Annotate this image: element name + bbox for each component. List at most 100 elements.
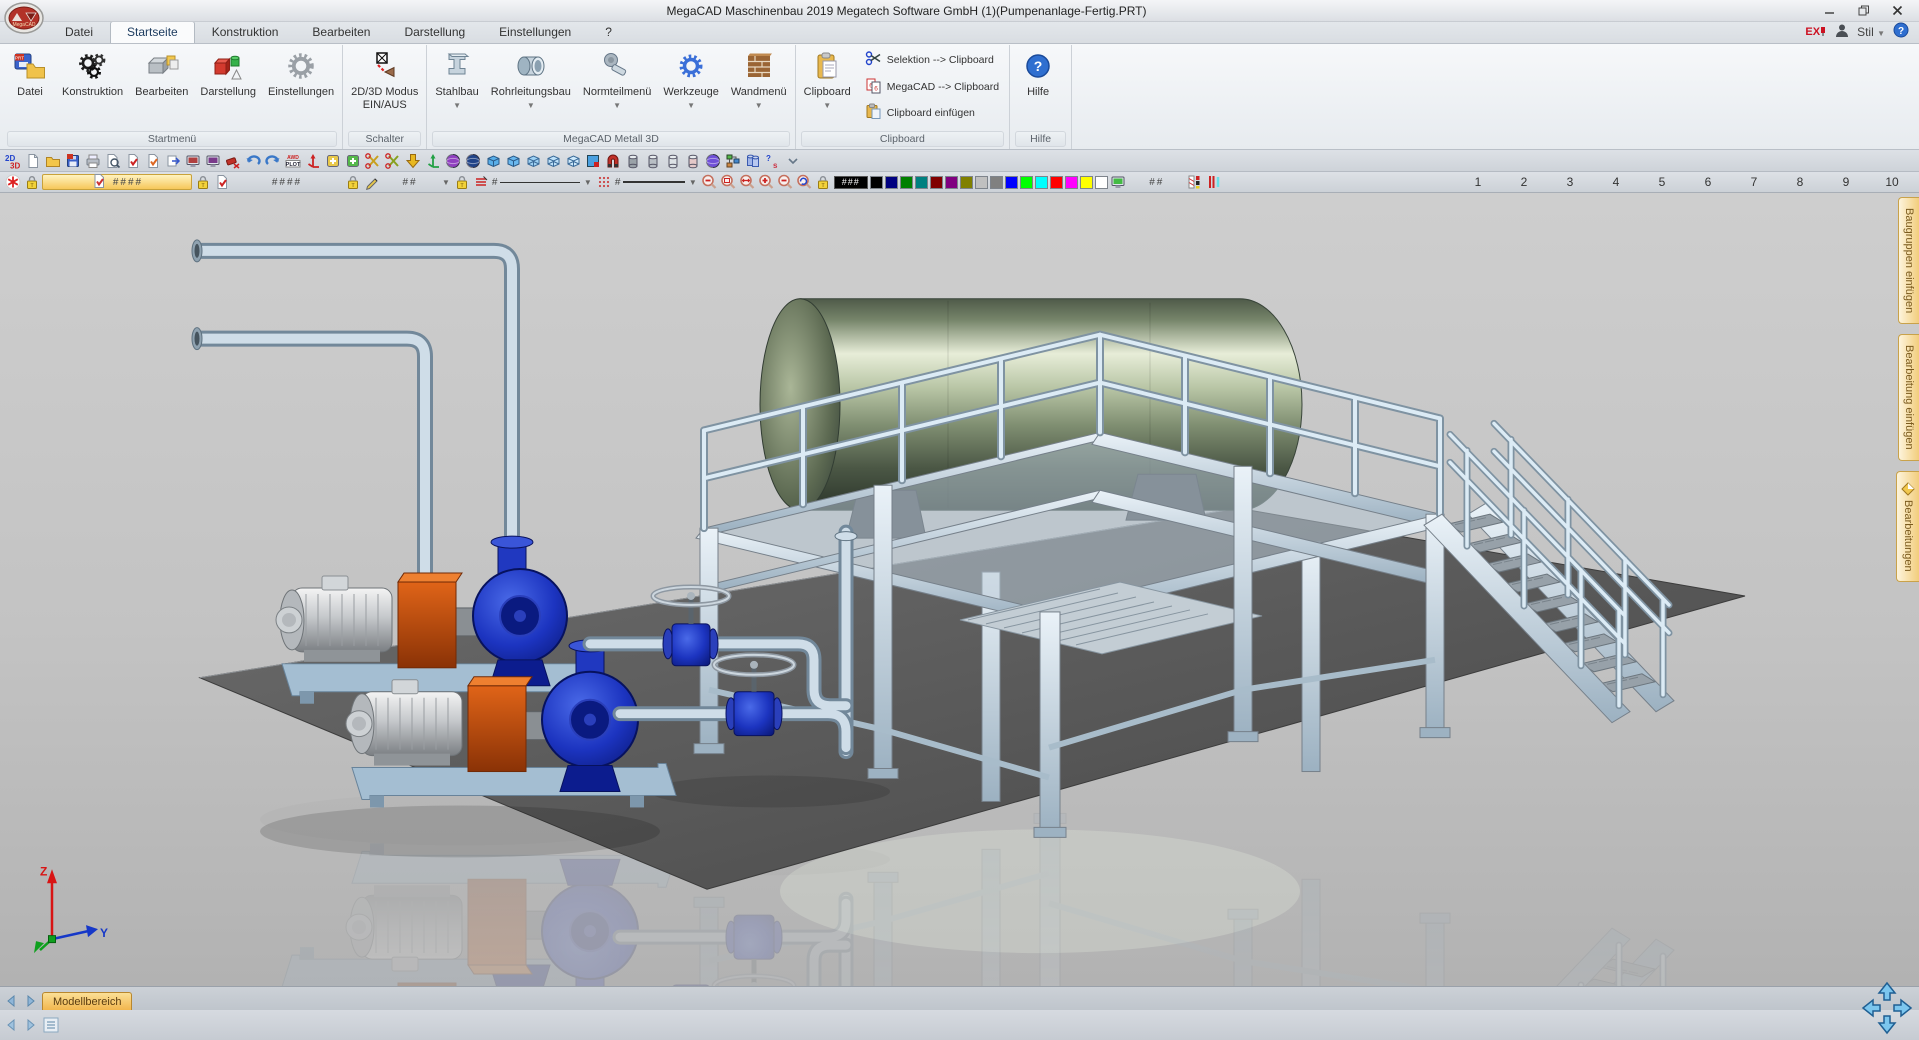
hatch-pattern-icon[interactable] — [1187, 174, 1204, 191]
megacad-logo-icon[interactable]: MegaCAD — [4, 1, 44, 35]
zoom-out-icon[interactable] — [701, 174, 718, 191]
page-flag-icon[interactable] — [213, 174, 230, 191]
dropdown-arrow-icon[interactable]: ▼ — [823, 102, 831, 110]
layer-number-7[interactable]: 7 — [1731, 175, 1777, 189]
pump-plant-3d-model[interactable]: Z Y — [0, 193, 1919, 986]
screen-colors-icon[interactable] — [1110, 174, 1127, 191]
page-check-icon[interactable] — [124, 152, 141, 169]
layer-number-1[interactable]: 1 — [1455, 175, 1501, 189]
help-icon[interactable]: ? — [1893, 22, 1909, 41]
structure-tree-icon[interactable] — [724, 152, 741, 169]
active-group-field[interactable]: #### — [42, 174, 192, 190]
import-file-icon[interactable] — [164, 152, 181, 169]
ribbon-button-rohrleitungsbau[interactable]: Rohrleitungsbau▼ — [485, 45, 577, 130]
ribbon-button-konstruktion[interactable]: Konstruktion — [56, 45, 129, 130]
layer-number-2[interactable]: 2 — [1501, 175, 1547, 189]
dropdown-arrow-icon[interactable]: ▼ — [687, 102, 695, 110]
selection-cut-1-icon[interactable] — [364, 152, 381, 169]
ribbon-button-bearbeiten[interactable]: Bearbeiten — [129, 45, 194, 130]
ribbon-button-selektion-clipboard[interactable]: Selektion --> Clipboard — [861, 49, 1003, 71]
pen-style-icon[interactable] — [363, 174, 380, 191]
zoom-in-icon[interactable] — [758, 174, 775, 191]
color-swatch-5[interactable] — [930, 176, 943, 189]
ribbon-button-megacad-clipboard[interactable]: 66MegaCAD --> Clipboard — [861, 76, 1003, 98]
layer-number-10[interactable]: 10 — [1869, 175, 1915, 189]
dropdown-pen-icon[interactable]: ▼ — [440, 178, 452, 187]
side-tab-bearbeitungen[interactable]: Bearbeitungen — [1896, 471, 1919, 583]
lock-linetype-icon[interactable]: T — [454, 174, 471, 191]
print-preview-icon[interactable] — [104, 152, 121, 169]
ribbon-button-datei[interactable]: PRTDatei — [4, 45, 56, 130]
view-prev-icon[interactable] — [2, 1016, 20, 1034]
ribbon-button-werkzeuge[interactable]: Werkzeuge▼ — [657, 45, 724, 130]
coordinate-axes-icon[interactable] — [304, 152, 321, 169]
line-group-icon[interactable] — [473, 174, 490, 191]
opengl-sphere-icon[interactable] — [704, 152, 721, 169]
new-file-icon[interactable] — [24, 152, 41, 169]
mode-2d-3d-icon[interactable]: 2D3D — [4, 152, 21, 169]
menu-tab-[interactable]: ? — [588, 21, 629, 43]
plot-icon[interactable]: PLOTAWD — [284, 152, 301, 169]
pan-navigation-control[interactable] — [1861, 981, 1913, 1038]
pen-field[interactable]: ## — [382, 174, 438, 190]
color-swatch-2[interactable] — [885, 176, 898, 189]
menu-tab-startseite[interactable]: Startseite — [110, 21, 195, 43]
dropdown-linewidth-icon[interactable]: ▼ — [687, 178, 699, 187]
cylinder-marked-icon[interactable] — [684, 152, 701, 169]
lock-layer-icon[interactable]: T — [194, 174, 211, 191]
color-swatch-3[interactable] — [900, 176, 913, 189]
redraw-asterisk-icon[interactable] — [4, 174, 21, 191]
ribbon-button-stahlbau[interactable]: Stahlbau▼ — [429, 45, 484, 130]
maximize-button[interactable] — [1847, 2, 1879, 20]
layer-number-8[interactable]: 8 — [1777, 175, 1823, 189]
add-box-green-icon[interactable] — [344, 152, 361, 169]
lock-color-icon[interactable]: T — [815, 174, 832, 191]
layer-number-9[interactable]: 9 — [1823, 175, 1869, 189]
undo-icon[interactable] — [244, 152, 261, 169]
bar-pattern-icon[interactable] — [1206, 174, 1223, 191]
select-window-icon[interactable] — [584, 152, 601, 169]
cylinder-light-icon[interactable] — [664, 152, 681, 169]
color-swatch-9[interactable] — [990, 176, 1003, 189]
model-space-tab[interactable]: Modellbereich — [42, 992, 132, 1010]
view-cube-open-icon[interactable] — [524, 152, 541, 169]
insert-down-icon[interactable] — [404, 152, 421, 169]
view-list-icon[interactable] — [42, 1016, 60, 1034]
dropdown-arrow-icon[interactable]: ▼ — [527, 102, 535, 110]
color-swatch-15[interactable] — [1080, 176, 1093, 189]
snap-magnet-icon[interactable] — [604, 152, 621, 169]
color-swatch-8[interactable] — [975, 176, 988, 189]
color-swatch-7[interactable] — [960, 176, 973, 189]
color-swatch-4[interactable] — [915, 176, 928, 189]
side-tab-baugruppen-einfügen[interactable]: Baugruppen einfügen — [1898, 197, 1919, 324]
color-swatch-16[interactable] — [1095, 176, 1108, 189]
zoom-window-icon[interactable] — [720, 174, 737, 191]
linetype-sample[interactable]: # — [492, 177, 580, 188]
redo-icon[interactable] — [264, 152, 281, 169]
zoom-extents-icon[interactable] — [739, 174, 756, 191]
ribbon-button-clipboard[interactable]: Clipboard▼ — [798, 45, 857, 130]
view-cube-shade-icon[interactable] — [504, 152, 521, 169]
save-file-icon[interactable] — [64, 152, 81, 169]
sphere-mesh-icon[interactable] — [444, 152, 461, 169]
quick-settings-icon[interactable]: ?s — [764, 152, 781, 169]
layer-number-3[interactable]: 3 — [1547, 175, 1593, 189]
print-icon[interactable] — [84, 152, 101, 169]
lock-pen-icon[interactable]: T — [344, 174, 361, 191]
page-copy-icon[interactable] — [144, 152, 161, 169]
color-bylayer-swatch[interactable]: ### — [834, 176, 868, 189]
color-swatch-14[interactable] — [1065, 176, 1078, 189]
dropdown-arrow-icon[interactable]: ▼ — [613, 102, 621, 110]
ribbon-button-darstellung[interactable]: Darstellung — [194, 45, 262, 130]
color-swatch-6[interactable] — [945, 176, 958, 189]
point-style-icon[interactable] — [596, 174, 613, 191]
ex-mode-indicator[interactable]: EX — [1805, 26, 1827, 38]
color-swatch-1[interactable] — [870, 176, 883, 189]
close-button[interactable] — [1881, 2, 1913, 20]
ribbon-button-normteilmenü[interactable]: Normteilmenü▼ — [577, 45, 657, 130]
selection-cut-2-icon[interactable] — [384, 152, 401, 169]
color-swatch-13[interactable] — [1050, 176, 1063, 189]
layer-number-4[interactable]: 4 — [1593, 175, 1639, 189]
cylinder-pair-icon[interactable] — [744, 152, 761, 169]
lock-group-icon[interactable]: T — [23, 174, 40, 191]
